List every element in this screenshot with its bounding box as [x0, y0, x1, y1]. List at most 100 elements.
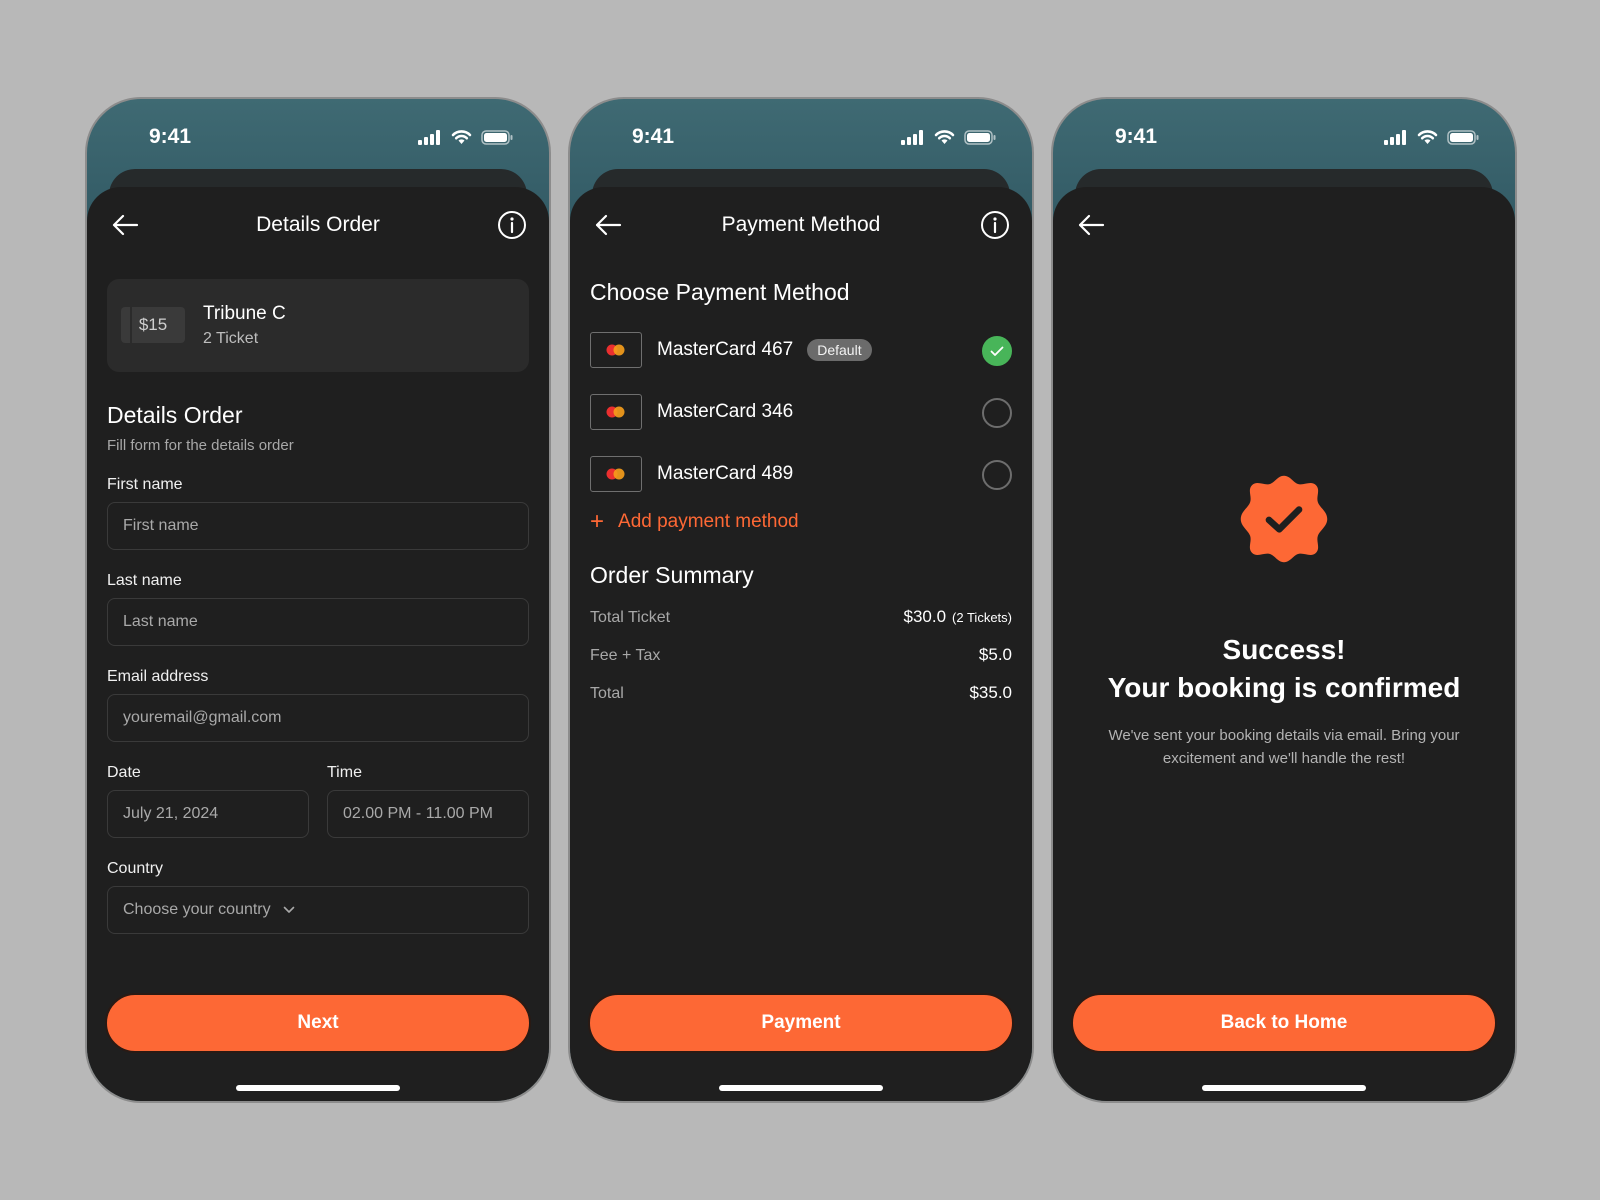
status-time: 9:41 — [149, 125, 192, 148]
time-value: 02.00 PM - 11.00 PM — [343, 805, 493, 822]
date-time-row: Date July 21, 2024 Time 02.00 PM - 11.00… — [107, 742, 529, 838]
phone-payment-method: 9:41 Payment Method Choose Payment Metho… — [568, 97, 1034, 1103]
email-placeholder: youremail@gmail.com — [123, 709, 282, 726]
back-arrow-icon[interactable] — [1077, 213, 1105, 237]
payment-button[interactable]: Payment — [588, 993, 1014, 1053]
ticket-count: 2 Ticket — [203, 330, 259, 347]
summary-total: Total $35.0 — [590, 683, 1012, 703]
status-icons — [418, 129, 513, 145]
email-input[interactable]: youremail@gmail.com — [107, 694, 529, 742]
payment-option-489[interactable]: MasterCard 489 — [590, 456, 1012, 492]
summary-value: $35.0 — [969, 683, 1012, 702]
last-name-placeholder: Last name — [123, 613, 198, 630]
battery-icon — [964, 129, 996, 145]
choose-payment-title: Choose Payment Method — [590, 279, 850, 305]
success-title: Success! — [1222, 634, 1346, 665]
ticket-name: Tribune C — [203, 303, 286, 324]
success-subtitle: Your booking is confirmed — [1107, 672, 1461, 703]
country-select[interactable]: Choose your country — [107, 886, 529, 934]
status-time: 9:41 — [632, 125, 675, 148]
summary-label: Total Ticket — [590, 609, 671, 626]
section-title: Details Order — [107, 402, 243, 428]
time-label: Time — [327, 764, 362, 781]
summary-fee-tax: Fee + Tax $5.0 — [590, 645, 1012, 665]
section-subtitle: Fill form for the details order — [107, 437, 294, 454]
status-icons — [901, 129, 996, 145]
first-name-input[interactable]: First name — [107, 502, 529, 550]
payment-method-sheet: Payment Method Choose Payment Method Mas… — [570, 187, 1032, 1101]
chevron-down-icon — [283, 906, 294, 913]
summary-note: (2 Tickets) — [952, 610, 1012, 625]
wifi-icon — [934, 130, 955, 144]
status-time: 9:41 — [1115, 125, 1158, 148]
email-label: Email address — [107, 668, 209, 685]
first-name-placeholder: First name — [123, 517, 199, 534]
payment-option-name: MasterCard 467 — [657, 339, 794, 360]
battery-icon — [1447, 129, 1479, 145]
country-label: Country — [107, 860, 164, 877]
page-title: Payment Method — [721, 213, 881, 236]
radio-unselected[interactable] — [982, 398, 1012, 428]
status-bar: 9:41 — [87, 99, 549, 169]
nav-bar: Details Order — [87, 187, 549, 263]
ticket-price: $15 — [138, 315, 168, 334]
wifi-icon — [451, 130, 472, 144]
radio-selected[interactable] — [982, 336, 1012, 366]
last-name-input[interactable]: Last name — [107, 598, 529, 646]
payment-option-346[interactable]: MasterCard 346 — [590, 394, 1012, 430]
payment-option-name: MasterCard 346 — [657, 401, 794, 422]
summary-value: $5.0 — [978, 645, 1012, 664]
first-name-label: First name — [107, 476, 183, 493]
default-badge: Default — [807, 339, 872, 361]
status-bar: 9:41 — [1053, 99, 1515, 169]
date-group: Date July 21, 2024 — [107, 742, 309, 838]
next-button[interactable]: Next — [105, 993, 531, 1053]
home-indicator — [236, 1085, 400, 1091]
order-summary-title: Order Summary — [590, 562, 754, 588]
mastercard-icon — [590, 332, 642, 368]
summary-total-ticket: Total Ticket $30.0 (2 Tickets) — [590, 607, 1012, 627]
last-name-label: Last name — [107, 572, 182, 589]
phone-details-order: 9:41 Details Order $15 Tribune C 2 Ticke… — [85, 97, 551, 1103]
nav-bar — [1053, 187, 1515, 263]
mastercard-icon — [590, 456, 642, 492]
battery-icon — [481, 129, 513, 145]
date-value: July 21, 2024 — [123, 805, 219, 822]
home-indicator — [1202, 1085, 1366, 1091]
signal-icon — [901, 129, 923, 145]
add-payment-label: Add payment method — [618, 511, 799, 532]
time-input[interactable]: 02.00 PM - 11.00 PM — [327, 790, 529, 838]
plus-icon: + — [590, 508, 605, 535]
success-content: Success! Your booking is confirmed We've… — [1053, 472, 1515, 770]
phone-success: 9:41 Success! Your booking is confirmed … — [1051, 97, 1517, 1103]
country-placeholder: Choose your country — [123, 901, 271, 918]
payment-option-467[interactable]: MasterCard 467 Default — [590, 332, 1012, 368]
status-bar: 9:41 — [570, 99, 1032, 169]
radio-unselected[interactable] — [982, 460, 1012, 490]
verified-badge-icon — [1240, 475, 1328, 563]
date-label: Date — [107, 764, 141, 781]
ticket-price-tag: $15 — [121, 307, 185, 343]
summary-value: $30.0 — [903, 607, 947, 626]
signal-icon — [418, 129, 440, 145]
info-icon[interactable] — [980, 210, 1010, 240]
info-icon[interactable] — [497, 210, 527, 240]
details-order-content: $15 Tribune C 2 Ticket Details Order Fil… — [107, 279, 529, 934]
date-input[interactable]: July 21, 2024 — [107, 790, 309, 838]
back-to-home-button[interactable]: Back to Home — [1071, 993, 1497, 1053]
time-group: Time 02.00 PM - 11.00 PM — [327, 742, 529, 838]
summary-value-group: $30.0 (2 Tickets) — [903, 607, 1012, 627]
status-icons — [1384, 129, 1479, 145]
signal-icon — [1384, 129, 1406, 145]
mastercard-icon — [590, 394, 642, 430]
wifi-icon — [1417, 130, 1438, 144]
summary-label: Total — [590, 685, 624, 702]
check-icon — [990, 346, 1004, 356]
success-description: We've sent your booking details via emai… — [1108, 727, 1460, 767]
details-order-sheet: Details Order $15 Tribune C 2 Ticket Det… — [87, 187, 549, 1101]
nav-bar: Payment Method — [570, 187, 1032, 263]
success-sheet: Success! Your booking is confirmed We've… — [1053, 187, 1515, 1101]
add-payment-method-link[interactable]: + Add payment method — [590, 510, 1012, 534]
payment-option-name: MasterCard 489 — [657, 463, 794, 484]
home-indicator — [719, 1085, 883, 1091]
